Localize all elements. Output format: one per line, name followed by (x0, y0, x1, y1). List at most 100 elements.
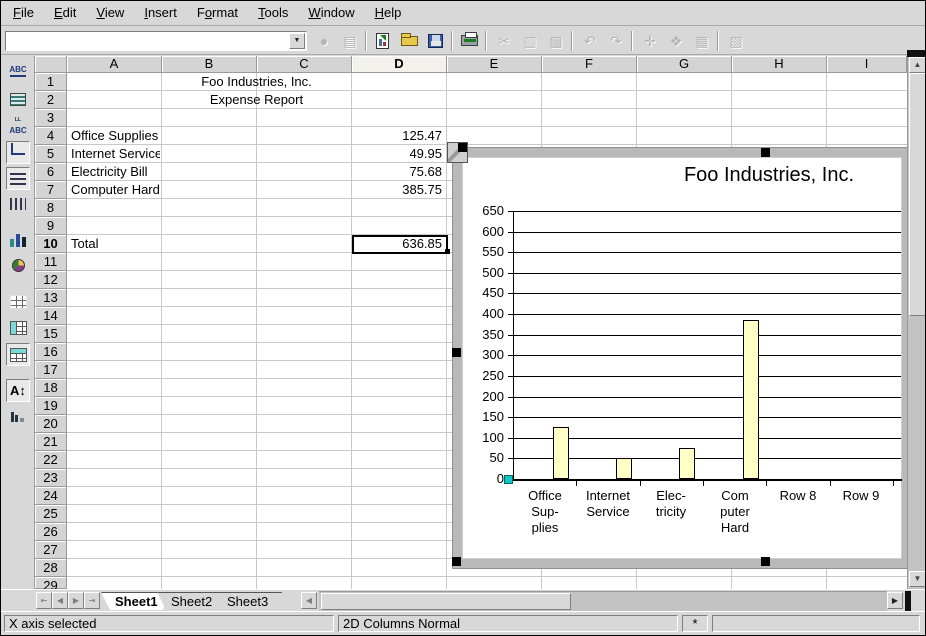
row-header-17[interactable]: 17 (35, 361, 67, 379)
row-header-29[interactable]: 29 (35, 577, 67, 589)
row-header-16[interactable]: 16 (35, 343, 67, 361)
chart-vertical-grid-icon[interactable] (6, 193, 30, 216)
row-header-15[interactable]: 15 (35, 325, 67, 343)
vertical-split-handle[interactable] (907, 50, 926, 57)
row-header-14[interactable]: 14 (35, 307, 67, 325)
row-header-6[interactable]: 6 (35, 163, 67, 181)
row-header-8[interactable]: 8 (35, 199, 67, 217)
chart-bar[interactable] (553, 427, 569, 479)
menu-file[interactable]: File (3, 1, 44, 23)
y-axis-label[interactable]: 50 (464, 451, 504, 465)
row-header-4[interactable]: 4 (35, 127, 67, 145)
chart-legend-onoff-icon[interactable] (6, 89, 30, 112)
y-axis-label[interactable]: 450 (464, 286, 504, 300)
new-document-icon[interactable] (373, 31, 395, 52)
row-header-7[interactable]: 7 (35, 181, 67, 199)
save-icon[interactable] (425, 31, 447, 52)
cell-B1[interactable]: Foo Industries, Inc. (163, 73, 350, 91)
row-header-2[interactable]: 2 (35, 91, 67, 109)
cell-A5[interactable]: Internet Service (68, 145, 160, 163)
column-header-I[interactable]: I (827, 56, 907, 73)
menu-view[interactable]: View (86, 1, 134, 23)
prev-sheet-icon[interactable]: ◀ (52, 592, 68, 609)
x-axis-label[interactable]: Office Sup- plies (514, 488, 576, 536)
hscroll-left-icon[interactable]: ◀ (301, 592, 317, 609)
menu-window[interactable]: Window (298, 1, 364, 23)
x-axis-label[interactable]: Elec- tricity (640, 488, 702, 520)
row-header-21[interactable]: 21 (35, 433, 67, 451)
row-header-28[interactable]: 28 (35, 559, 67, 577)
row-header-22[interactable]: 22 (35, 451, 67, 469)
scroll-up-icon[interactable]: ▲ (909, 57, 926, 73)
chart-autoformat-icon[interactable] (6, 255, 30, 278)
x-axis-label[interactable]: Row 8 (767, 488, 829, 504)
print-icon[interactable] (459, 31, 481, 52)
row-header-13[interactable]: 13 (35, 289, 67, 307)
chart-title-onoff-icon[interactable]: ABC (6, 63, 30, 86)
y-axis-label[interactable]: 250 (464, 369, 504, 383)
menu-edit[interactable]: Edit (44, 1, 86, 23)
cell-D6[interactable]: 75.68 (353, 163, 445, 181)
column-header-E[interactable]: E (447, 56, 542, 73)
menu-help[interactable]: Help (365, 1, 412, 23)
chart-bar[interactable] (616, 458, 632, 479)
x-axis-selection-handle[interactable] (504, 475, 513, 484)
row-header-23[interactable]: 23 (35, 469, 67, 487)
next-sheet-icon[interactable]: ▶ (68, 592, 84, 609)
row-header-27[interactable]: 27 (35, 541, 67, 559)
row-header-3[interactable]: 3 (35, 109, 67, 127)
header-corner[interactable] (35, 56, 67, 73)
y-axis-label[interactable]: 350 (464, 328, 504, 342)
horizontal-scroll-thumb[interactable] (321, 593, 571, 610)
row-header-20[interactable]: 20 (35, 415, 67, 433)
y-axis-label[interactable]: 650 (464, 204, 504, 218)
x-axis-label[interactable]: Com puter Hard (704, 488, 766, 536)
menu-format[interactable]: Format (187, 1, 248, 23)
y-axis-label[interactable]: 500 (464, 266, 504, 280)
row-header-10[interactable]: 10 (35, 235, 67, 253)
chart-selection-handle[interactable] (761, 148, 770, 157)
chart-data-in-columns-icon[interactable] (6, 343, 30, 366)
row-header-11[interactable]: 11 (35, 253, 67, 271)
row-header-25[interactable]: 25 (35, 505, 67, 523)
hscroll-right-icon[interactable]: ▶ (887, 592, 903, 609)
chart-data-in-rows-icon[interactable] (6, 317, 30, 340)
row-header-9[interactable]: 9 (35, 217, 67, 235)
cell-cursor[interactable] (352, 235, 448, 254)
x-axis-label[interactable]: Internet Service (577, 488, 639, 520)
y-axis[interactable] (513, 211, 514, 479)
horizontal-scrollbar[interactable] (319, 591, 887, 611)
chart-title[interactable]: Foo Industries, Inc. (622, 164, 902, 187)
cell-D4[interactable]: 125.47 (353, 127, 445, 145)
chart-axes-title-onoff-icon[interactable]: ᴸᴸABC (6, 115, 30, 138)
chart-selection-handle[interactable] (452, 557, 461, 566)
vertical-scroll-thumb[interactable] (909, 73, 926, 316)
horizontal-split-handle[interactable] (905, 591, 911, 611)
row-header-24[interactable]: 24 (35, 487, 67, 505)
chart-type-icon[interactable] (6, 229, 30, 252)
column-header-B[interactable]: B (162, 56, 257, 73)
y-axis-label[interactable]: 400 (464, 307, 504, 321)
y-axis-label[interactable]: 600 (464, 225, 504, 239)
menu-insert[interactable]: Insert (134, 1, 187, 23)
y-axis-label[interactable]: 150 (464, 410, 504, 424)
open-icon[interactable] (399, 31, 421, 52)
column-header-G[interactable]: G (637, 56, 732, 73)
cell-B2[interactable]: Expense Report (163, 91, 350, 109)
column-header-D[interactable]: D (352, 56, 447, 73)
y-axis-label[interactable]: 0 (464, 472, 504, 486)
row-header-1[interactable]: 1 (35, 73, 67, 91)
url-combo-input[interactable] (7, 33, 289, 49)
chart-axis-descriptions-icon[interactable] (6, 141, 30, 164)
column-header-F[interactable]: F (542, 56, 637, 73)
column-header-H[interactable]: H (732, 56, 827, 73)
cell-A7[interactable]: Computer Hardware (68, 181, 160, 199)
scroll-down-icon[interactable]: ▼ (909, 571, 926, 587)
chart-horizontal-grid-icon[interactable] (6, 167, 30, 190)
chart-scale-text-icon[interactable]: A↕ (6, 379, 30, 402)
chart-reorganize-icon[interactable] (6, 405, 30, 428)
fill-handle-icon[interactable] (445, 249, 450, 254)
first-sheet-icon[interactable]: ⇤ (36, 592, 52, 609)
y-axis-label[interactable]: 100 (464, 431, 504, 445)
x-axis[interactable] (513, 479, 902, 481)
